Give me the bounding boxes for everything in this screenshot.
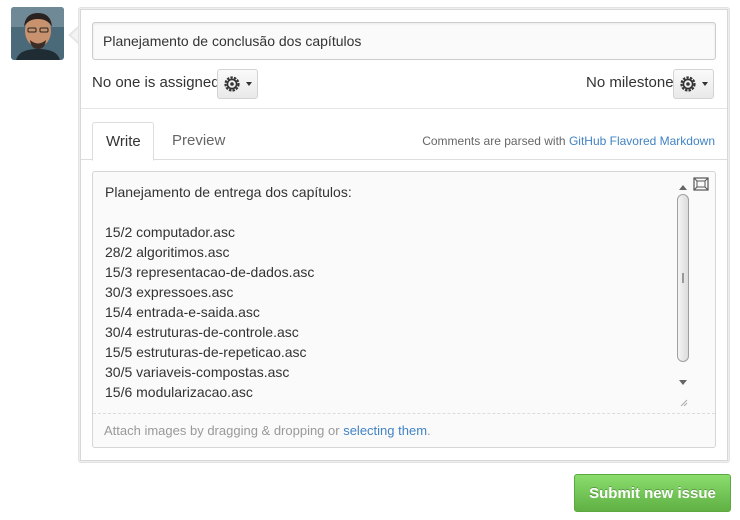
scroll-down-arrow-icon[interactable] bbox=[676, 377, 690, 389]
assignee-label: No one is assigned bbox=[92, 74, 220, 91]
gear-icon bbox=[223, 76, 240, 92]
editor-scrollbar[interactable] bbox=[676, 181, 690, 389]
section-divider bbox=[81, 108, 727, 109]
gear-icon bbox=[679, 76, 696, 92]
attach-hint-text: Attach images by dragging & dropping or bbox=[104, 423, 344, 438]
milestone-settings-button[interactable] bbox=[673, 69, 714, 99]
select-files-link[interactable]: selecting them bbox=[343, 423, 427, 438]
chevron-down-icon bbox=[245, 82, 252, 86]
submit-new-issue-button[interactable]: Submit new issue bbox=[574, 474, 731, 512]
tab-preview[interactable]: Preview bbox=[159, 122, 238, 160]
attach-hint-suffix: . bbox=[427, 423, 431, 438]
assignee-settings-button[interactable] bbox=[217, 69, 258, 99]
milestone-label: No milestone bbox=[586, 74, 674, 91]
issue-title-input[interactable] bbox=[92, 22, 716, 60]
scrollbar-thumb[interactable] bbox=[677, 194, 689, 362]
avatar[interactable] bbox=[11, 7, 64, 60]
attach-images-bar: Attach images by dragging & dropping or … bbox=[93, 413, 715, 447]
comment-body-textarea[interactable]: Planejamento de entrega dos capítulos: 1… bbox=[105, 182, 675, 410]
comment-editor: Planejamento de entrega dos capítulos: 1… bbox=[92, 171, 716, 448]
chevron-down-icon bbox=[701, 82, 708, 86]
markdown-note-text: Comments are parsed with bbox=[422, 134, 569, 148]
scroll-up-arrow-icon[interactable] bbox=[676, 181, 690, 193]
tab-write[interactable]: Write bbox=[92, 122, 154, 161]
avatar-image bbox=[11, 7, 64, 60]
scrollbar-grip bbox=[682, 273, 684, 283]
markdown-note: Comments are parsed with GitHub Flavored… bbox=[422, 134, 715, 148]
fullscreen-icon[interactable] bbox=[693, 177, 709, 191]
resize-grip-icon[interactable] bbox=[678, 394, 688, 407]
markdown-help-link[interactable]: GitHub Flavored Markdown bbox=[569, 134, 715, 148]
